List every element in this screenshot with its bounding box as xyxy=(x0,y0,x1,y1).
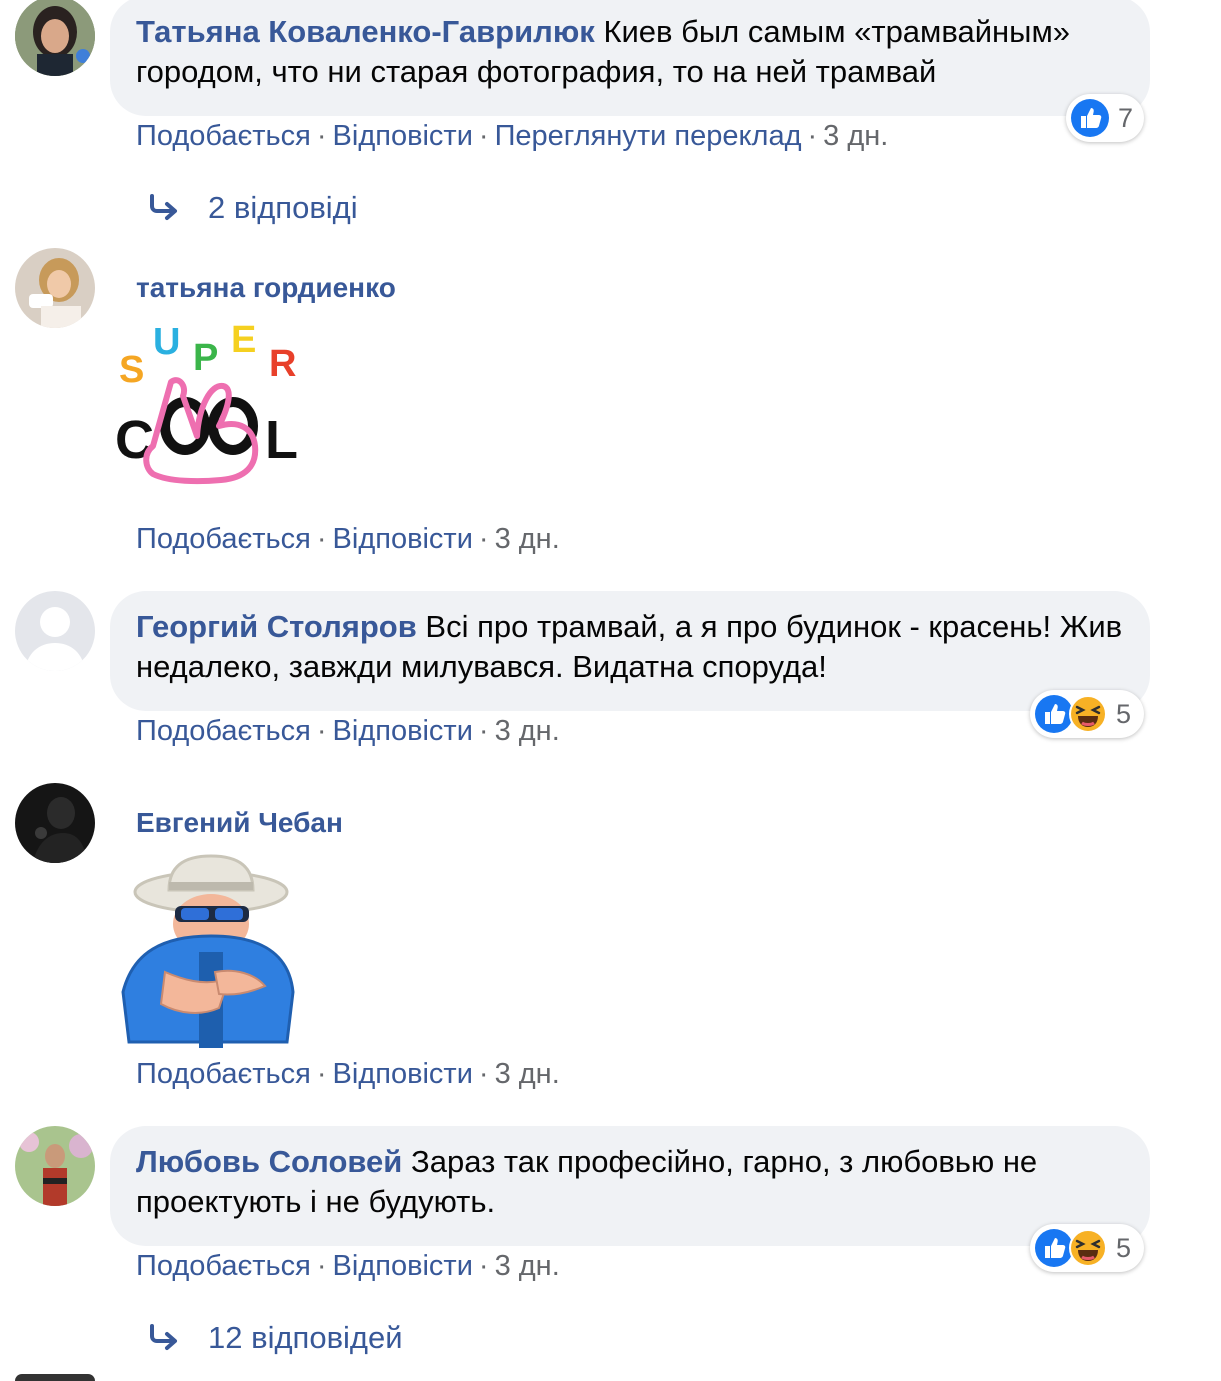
sticker-letter: L xyxy=(265,410,298,470)
view-replies-link[interactable]: 2 відповіді xyxy=(148,190,358,226)
reaction-count: 5 xyxy=(1116,698,1132,729)
sticker-super-cool[interactable]: S U P E R C L xyxy=(115,319,305,514)
comment-author[interactable]: Георгий Столяров xyxy=(136,609,417,644)
sticker-cool-grandpa[interactable] xyxy=(115,852,295,1052)
like-link[interactable]: Подобається xyxy=(136,120,311,152)
reply-link[interactable]: Відповісти xyxy=(333,1058,473,1090)
comment-actions: Подобається · Відповісти · 3 дн. xyxy=(136,1250,560,1282)
comment-bubble: Георгий Столяров Всі про трамвай, а я пр… xyxy=(110,591,1150,711)
reply-link[interactable]: Відповісти xyxy=(333,1250,473,1282)
reaction-summary[interactable]: 7 xyxy=(1066,94,1144,142)
reaction-count: 5 xyxy=(1116,1232,1132,1263)
timestamp[interactable]: 3 дн. xyxy=(495,523,560,555)
timestamp[interactable]: 3 дн. xyxy=(495,1058,560,1090)
reply-link[interactable]: Відповісти xyxy=(333,715,473,747)
like-link[interactable]: Подобається xyxy=(136,1058,311,1090)
comment-actions: Подобається · Відповісти · 3 дн. xyxy=(136,715,560,747)
see-translation-link[interactable]: Переглянути переклад xyxy=(495,120,802,152)
comment-author[interactable]: Татьяна Коваленко-Гаврилюк xyxy=(136,14,595,49)
view-replies-link[interactable]: 12 відповідей xyxy=(148,1320,403,1356)
reply-link[interactable]: Відповісти xyxy=(333,120,473,152)
like-link[interactable]: Подобається xyxy=(136,715,311,747)
haha-icon xyxy=(1069,1229,1107,1267)
avatar[interactable] xyxy=(15,1374,95,1381)
comment-author[interactable]: Евгений Чебан xyxy=(136,807,343,839)
sticker-letter: U xyxy=(153,322,180,363)
comment-actions: Подобається · Відповісти · 3 дн. xyxy=(136,523,560,555)
replies-count-label: 2 відповіді xyxy=(208,190,358,225)
timestamp[interactable]: 3 дн. xyxy=(823,120,888,152)
comment-author[interactable]: татьяна гордиенко xyxy=(136,272,396,304)
sticker-letter: P xyxy=(193,337,218,379)
haha-icon xyxy=(1069,695,1107,733)
timestamp[interactable]: 3 дн. xyxy=(495,1250,560,1282)
comment-author[interactable]: Любовь Соловей xyxy=(136,1144,402,1179)
reaction-summary[interactable]: 5 xyxy=(1030,690,1144,738)
reply-arrow-icon xyxy=(150,194,177,220)
avatar[interactable] xyxy=(15,591,95,671)
avatar[interactable] xyxy=(15,783,95,863)
reaction-count: 7 xyxy=(1118,102,1134,133)
avatar[interactable] xyxy=(15,248,95,328)
reply-arrow-icon xyxy=(150,1324,177,1350)
sticker-letter: E xyxy=(231,322,256,361)
replies-count-label: 12 відповідей xyxy=(208,1320,403,1355)
sticker-letter: R xyxy=(269,343,296,385)
sticker-letter: S xyxy=(119,349,144,391)
avatar[interactable] xyxy=(15,1126,95,1206)
reply-link[interactable]: Відповісти xyxy=(333,523,473,555)
like-link[interactable]: Подобається xyxy=(136,1250,311,1282)
comment-actions: Подобається · Відповісти · 3 дн. xyxy=(136,1058,560,1090)
like-icon xyxy=(1071,99,1109,137)
like-link[interactable]: Подобається xyxy=(136,523,311,555)
timestamp[interactable]: 3 дн. xyxy=(495,715,560,747)
reaction-summary[interactable]: 5 xyxy=(1030,1224,1144,1272)
comment-actions: Подобається · Відповісти · Переглянути перек… xyxy=(136,120,889,152)
comment-bubble: Любовь Соловей Зараз так професійно, гар… xyxy=(110,1126,1150,1246)
avatar[interactable] xyxy=(15,0,95,76)
comment-bubble: Татьяна Коваленко-Гаврилюк Киев был самы… xyxy=(110,0,1150,116)
